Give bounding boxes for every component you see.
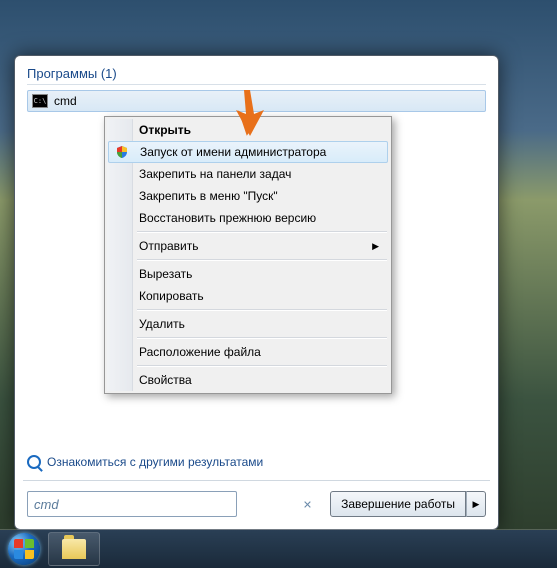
- more-results-link[interactable]: Ознакомиться с другими результатами: [27, 455, 263, 469]
- menu-item-pin-start[interactable]: Закрепить в меню "Пуск": [107, 185, 389, 207]
- taskbar: [0, 530, 557, 568]
- shutdown-split-button: Завершение работы ▶: [330, 491, 486, 517]
- menu-item-send-to[interactable]: Отправить ▶: [107, 235, 389, 257]
- menu-separator: [137, 231, 387, 233]
- menu-separator: [137, 259, 387, 261]
- uac-shield-icon: [115, 145, 129, 159]
- start-menu-bottom-row: ✕ Завершение работы ▶: [27, 491, 486, 519]
- taskbar-item-explorer[interactable]: [48, 532, 100, 566]
- menu-item-restore[interactable]: Восстановить прежнюю версию: [107, 207, 389, 229]
- start-button[interactable]: [2, 532, 46, 566]
- menu-item-file-location[interactable]: Расположение файла: [107, 341, 389, 363]
- folder-icon: [62, 539, 86, 559]
- menu-item-run-as-admin[interactable]: Запуск от имени администратора: [108, 141, 388, 163]
- annotation-arrow-icon: [230, 88, 270, 138]
- search-icon: [27, 455, 41, 469]
- menu-separator: [137, 365, 387, 367]
- menu-separator: [137, 337, 387, 339]
- context-menu: Открыть Запуск от имени администратора З…: [104, 116, 392, 394]
- menu-item-pin-taskbar[interactable]: Закрепить на панели задач: [107, 163, 389, 185]
- menu-separator: [137, 309, 387, 311]
- programs-section-header: Программы (1): [27, 66, 486, 85]
- menu-item-delete[interactable]: Удалить: [107, 313, 389, 335]
- search-input[interactable]: [27, 491, 237, 517]
- menu-item-copy[interactable]: Копировать: [107, 285, 389, 307]
- clear-search-icon[interactable]: ✕: [303, 499, 312, 512]
- search-result-label: cmd: [54, 94, 77, 108]
- shutdown-button[interactable]: Завершение работы: [330, 491, 466, 517]
- shutdown-menu-arrow[interactable]: ▶: [466, 491, 486, 517]
- divider: [23, 480, 490, 481]
- menu-item-properties[interactable]: Свойства: [107, 369, 389, 391]
- more-results-label: Ознакомиться с другими результатами: [47, 455, 263, 469]
- menu-item-cut[interactable]: Вырезать: [107, 263, 389, 285]
- shutdown-label: Завершение работы: [341, 497, 455, 511]
- submenu-arrow-icon: ▶: [372, 241, 379, 252]
- cmd-icon: C:\: [32, 94, 48, 108]
- windows-logo-icon: [8, 533, 40, 565]
